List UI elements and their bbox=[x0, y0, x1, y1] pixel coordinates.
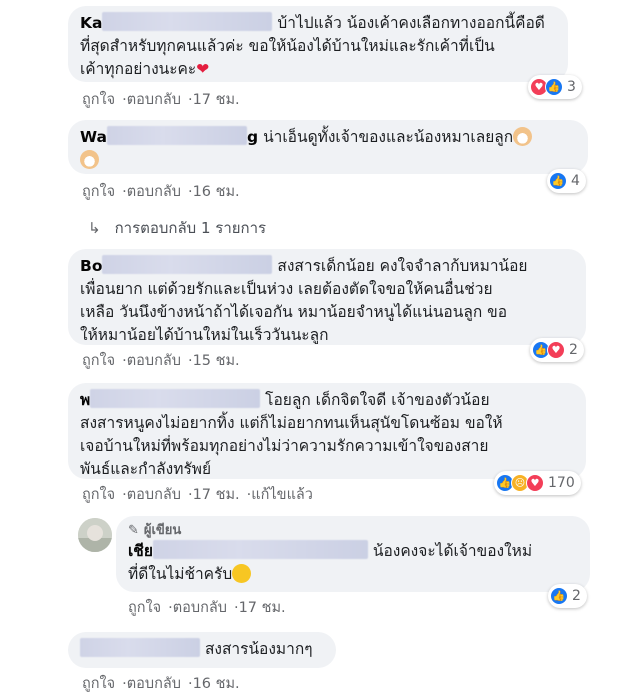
dog-face-emoji-icon bbox=[513, 127, 533, 146]
comment-text-line: ที่ดีในไม่ช้าครับ bbox=[128, 565, 233, 583]
love-icon: ♥ bbox=[547, 341, 565, 359]
comment-text-line: พันธ์และกำลังทรัพย์ bbox=[80, 460, 212, 478]
comment-actions: ถูกใจ ·ตอบกลับ ·16 ชม. bbox=[82, 676, 240, 692]
comment-text-line: น่าเอ็นดูทั้งเจ้าของและน้องหมาเลยลูก bbox=[263, 128, 514, 146]
blurred-name bbox=[102, 12, 273, 31]
blurred-name bbox=[80, 638, 200, 657]
reaction-count: 170 bbox=[548, 475, 575, 491]
comment-bubble: Wa g น่าเอ็นดูทั้งเจ้าของและน้องหมาเลยลูก bbox=[68, 120, 588, 174]
reply-link[interactable]: ตอบกลับ bbox=[127, 487, 181, 503]
comment-bubble: Bo สงสารเด็กน้อย คงใจจำลาก้บหมาน้อย เพื่… bbox=[68, 249, 586, 345]
comment-text-line: เหลือ วันนึงข้างหน้าถ้าได้เจอกัน หมาน้อย… bbox=[80, 303, 508, 321]
commenter-name-suffix: g bbox=[247, 128, 259, 146]
view-replies-link[interactable]: ↳ การตอบกลับ 1 รายการ bbox=[88, 216, 266, 240]
reaction-count: 2 bbox=[569, 342, 578, 358]
like-link[interactable]: ถูกใจ bbox=[82, 676, 115, 692]
comment-text-line: บ้าไปแล้ว น้องเค้าคงเลือกทางออกนี้คือดี bbox=[277, 14, 545, 32]
comment-text-line: เค้าทุกอย่างนะคะ bbox=[80, 60, 197, 78]
blurred-name bbox=[152, 540, 368, 559]
blurred-name bbox=[102, 255, 273, 274]
blurred-name bbox=[107, 126, 248, 145]
reaction-summary[interactable]: 👍 2 bbox=[548, 584, 587, 608]
view-replies-label: การตอบกลับ 1 รายการ bbox=[114, 219, 267, 237]
comment-text-line: ที่สุดสำหรับทุกคนแล้วค่ะ ขอให้น้องได้บ้า… bbox=[80, 37, 495, 55]
comment-text-line: น้องคงจะได้เจ้าของใหม่ bbox=[372, 542, 533, 560]
comment-actions: ถูกใจ ·ตอบกลับ ·17 ชม. ·แก้ไขแล้ว bbox=[82, 487, 313, 503]
comment-actions: ถูกใจ ·ตอบกลับ ·17 ชม. bbox=[128, 600, 286, 616]
like-icon: 👍 bbox=[545, 78, 563, 96]
author-badge-label: ผู้เขียน bbox=[143, 523, 182, 538]
reaction-summary[interactable]: ♥ 👍 3 bbox=[528, 75, 582, 99]
like-link[interactable]: ถูกใจ bbox=[82, 184, 115, 200]
like-link[interactable]: ถูกใจ bbox=[82, 487, 115, 503]
like-link[interactable]: ถูกใจ bbox=[82, 92, 115, 108]
comment-timestamp[interactable]: 16 ชม. bbox=[193, 184, 240, 200]
pencil-icon: ✎ bbox=[128, 523, 139, 538]
comment-timestamp[interactable]: 15 ชม. bbox=[193, 353, 240, 369]
reply-arrow-icon: ↳ bbox=[88, 219, 101, 237]
comment-text-line: เพื่อนยาก แต่ด้วยรักและเป็นห่วง เลยต้องต… bbox=[80, 280, 493, 298]
smiling-face-emoji-icon bbox=[232, 564, 252, 583]
comment-text-line: สงสารหนูคงไม่อยากทิ้ง แต่ก็ไม่อยากทนเห็น… bbox=[80, 414, 503, 432]
edited-label[interactable]: แก้ไขแล้ว bbox=[251, 487, 313, 503]
commenter-name[interactable]: Ka bbox=[80, 14, 102, 32]
like-icon: 👍 bbox=[550, 587, 568, 605]
author-badge: ✎ ผู้เขียน bbox=[128, 520, 578, 540]
comment-timestamp[interactable]: 16 ชม. bbox=[193, 676, 240, 692]
comment-text-line: โอยลูก เด็กจิตใจดี เจ้าของตัวน้อย bbox=[265, 391, 490, 409]
comment-bubble: Ka บ้าไปแล้ว น้องเค้าคงเลือกทางออกนี้คือ… bbox=[68, 6, 568, 82]
reaction-summary[interactable]: 👍 ☹ ♥ 170 bbox=[494, 471, 581, 495]
avatar-image bbox=[78, 518, 112, 552]
comment-actions: ถูกใจ ·ตอบกลับ ·16 ชม. bbox=[82, 184, 240, 200]
comment-bubble: พ โอยลูก เด็กจิตใจดี เจ้าของตัวน้อย สงสา… bbox=[68, 383, 586, 479]
comment-actions: ถูกใจ ·ตอบกลับ ·17 ชม. bbox=[82, 92, 240, 108]
dog-face-emoji-icon bbox=[80, 150, 99, 169]
like-link[interactable]: ถูกใจ bbox=[82, 353, 115, 369]
comment-timestamp[interactable]: 17 ชม. bbox=[193, 487, 240, 503]
reply-link[interactable]: ตอบกลับ bbox=[173, 600, 227, 616]
comment-bubble: สงสารน้องมากๆ bbox=[68, 632, 336, 668]
comment-text-line: ให้หมาน้อยได้บ้านใหม่ในเร็ววันนะลูก bbox=[80, 326, 329, 344]
comment-actions: ถูกใจ ·ตอบกลับ ·15 ชม. bbox=[82, 353, 240, 369]
reply-link[interactable]: ตอบกลับ bbox=[127, 353, 181, 369]
reaction-count: 2 bbox=[572, 588, 581, 604]
love-icon: ♥ bbox=[526, 474, 544, 492]
comment-timestamp[interactable]: 17 ชม. bbox=[193, 92, 240, 108]
commenter-name[interactable]: พ bbox=[80, 391, 90, 409]
comment-bubble: ✎ ผู้เขียน เชีย น้องคงจะได้เจ้าของใหม่ ท… bbox=[116, 516, 590, 592]
reaction-summary[interactable]: 👍 4 bbox=[547, 169, 586, 193]
comment-text-line: สงสารเด็กน้อย คงใจจำลาก้บหมาน้อย bbox=[277, 257, 528, 275]
blurred-name bbox=[90, 389, 261, 408]
reaction-count: 3 bbox=[567, 79, 576, 95]
comment-timestamp[interactable]: 17 ชม. bbox=[239, 600, 286, 616]
avatar[interactable] bbox=[78, 518, 112, 552]
reply-link[interactable]: ตอบกลับ bbox=[127, 92, 181, 108]
like-link[interactable]: ถูกใจ bbox=[128, 600, 161, 616]
commenter-name[interactable]: Wa bbox=[80, 128, 107, 146]
commenter-name[interactable]: เชีย bbox=[128, 542, 153, 560]
comment-text-line: สงสารน้องมากๆ bbox=[204, 640, 313, 658]
reply-link[interactable]: ตอบกลับ bbox=[127, 676, 181, 692]
like-icon: 👍 bbox=[549, 172, 567, 190]
commenter-name[interactable]: Bo bbox=[80, 257, 102, 275]
reply-link[interactable]: ตอบกลับ bbox=[127, 184, 181, 200]
reaction-summary[interactable]: 👍 ♥ 2 bbox=[530, 338, 584, 362]
heart-emoji-icon: ❤ bbox=[196, 60, 210, 78]
comment-text-line: เจอบ้านใหม่ที่พร้อมทุกอย่างไม่ว่าความรัก… bbox=[80, 437, 489, 455]
reaction-count: 4 bbox=[571, 173, 580, 189]
